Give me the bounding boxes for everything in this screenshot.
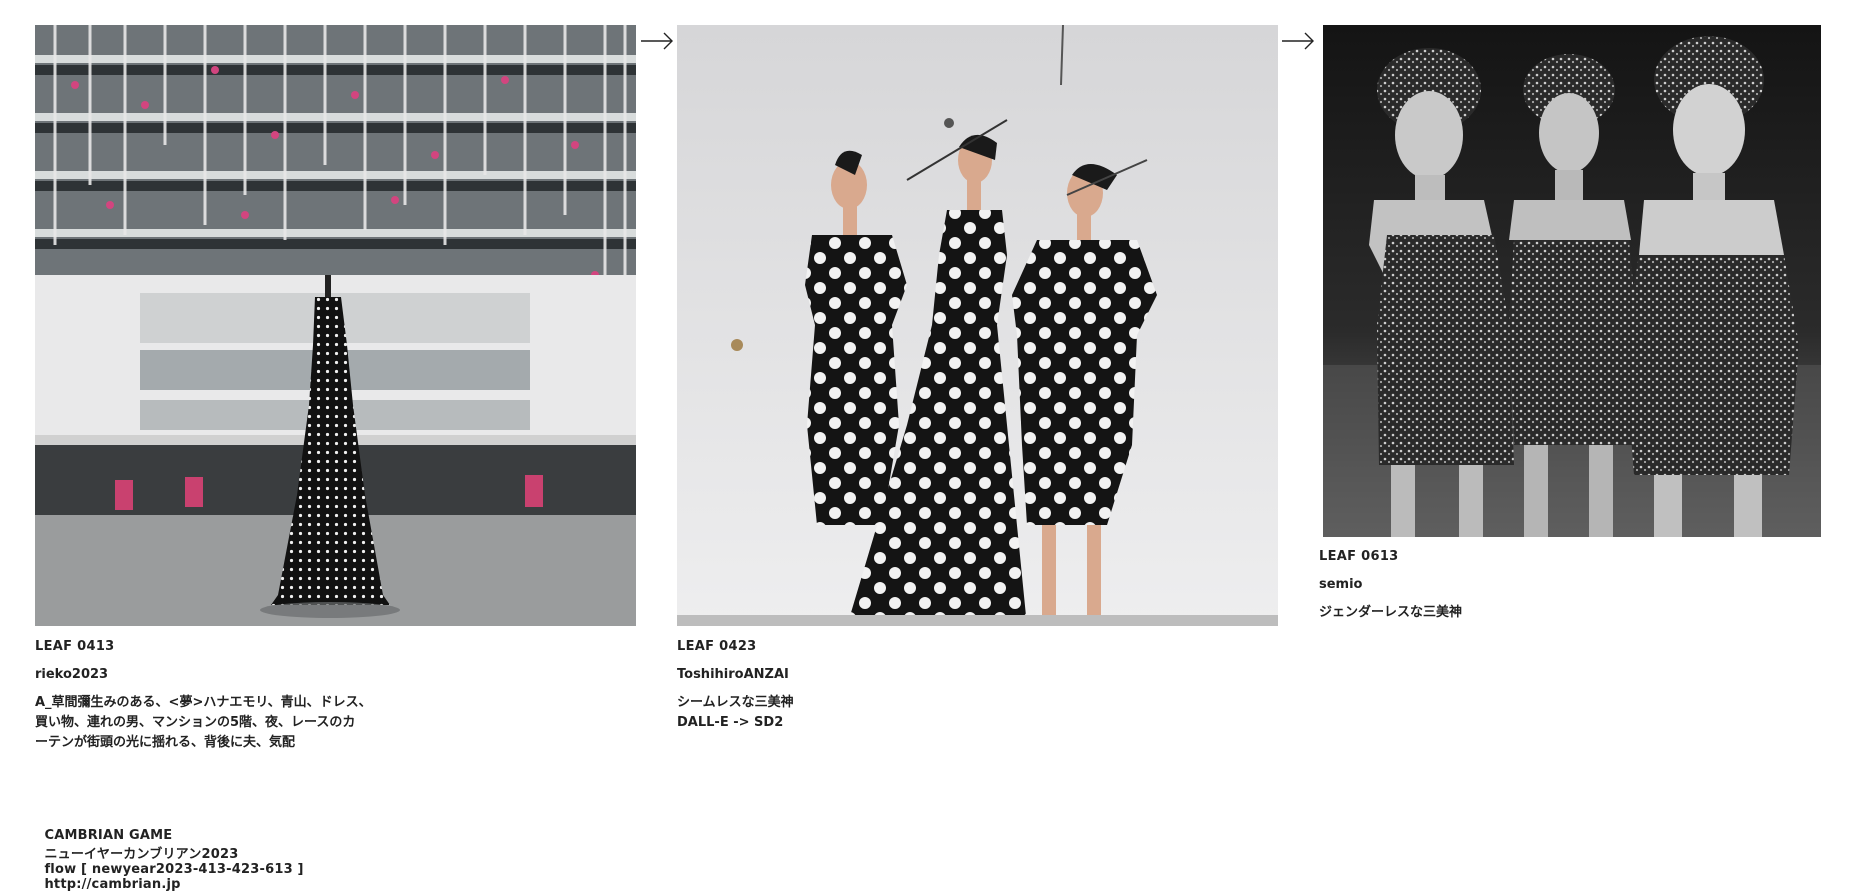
leaf-id: LEAF 0613 bbox=[1319, 549, 1399, 564]
leaf-image-dress-building[interactable] bbox=[35, 25, 636, 626]
leaf-author[interactable]: rieko2023 bbox=[35, 665, 636, 685]
leaf-image-three-figures[interactable] bbox=[677, 25, 1278, 626]
leaf-card-0413: LEAF 0413 rieko2023 A_草間彌生みのある、<夢>ハナエモリ、… bbox=[35, 25, 636, 753]
arrow-right-icon bbox=[641, 32, 673, 50]
leaf-author[interactable]: ToshihiroANZAI bbox=[677, 665, 1278, 685]
footer-subtitle: ニューイヤーカンブリアン2023 bbox=[44, 847, 239, 862]
leaf-description: ジェンダーレスな三美神 bbox=[1319, 605, 1463, 620]
leaf-card-0423: LEAF 0423 ToshihiroANZAI シームレスな三美神 DALL-… bbox=[677, 25, 1278, 733]
footer-flow: flow [ newyear2023-413-423-613 ] bbox=[44, 862, 304, 877]
leaf-author[interactable]: semio bbox=[1319, 575, 1824, 595]
arrow-right-icon bbox=[1282, 32, 1314, 50]
footer-url-link[interactable]: http://cambrian.jp bbox=[44, 877, 180, 892]
leaf-id: LEAF 0413 bbox=[35, 639, 115, 654]
leaf-description: A_草間彌生みのある、<夢>ハナエモリ、青山、ドレス、 買い物、連れの男、マンシ… bbox=[35, 695, 372, 750]
leaf-image-three-women[interactable] bbox=[1319, 25, 1824, 537]
leaf-card-0613: LEAF 0613 semio ジェンダーレスな三美神 bbox=[1319, 25, 1824, 623]
footer-title[interactable]: CAMBRIAN GAME bbox=[44, 828, 172, 843]
three-women-bw-photo bbox=[1319, 25, 1824, 537]
polka-dot-dress-photo bbox=[35, 25, 636, 626]
footer: CAMBRIAN GAME ニューイヤーカンブリアン2023 flow [ ne… bbox=[35, 813, 312, 892]
leaf-id: LEAF 0423 bbox=[677, 639, 757, 654]
leaf-description: シームレスな三美神 DALL-E -> SD2 bbox=[677, 695, 794, 730]
three-figures-polka-dot-illustration bbox=[677, 25, 1278, 626]
